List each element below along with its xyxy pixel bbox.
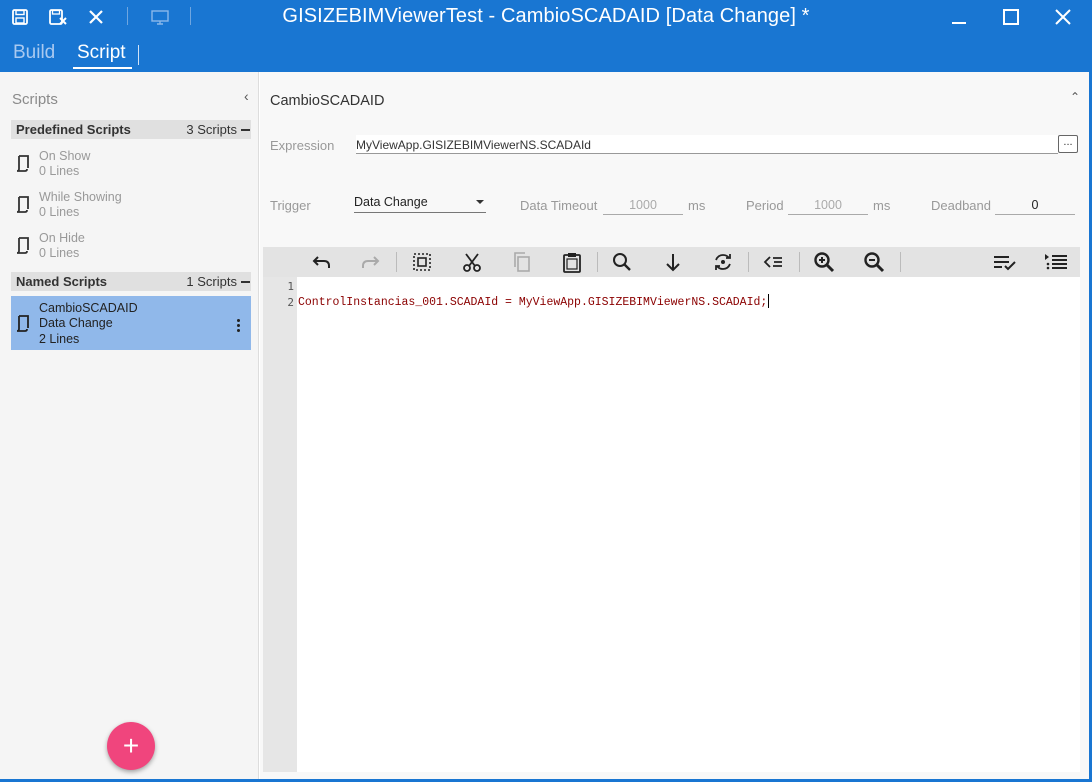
predefined-scripts-header[interactable]: Predefined Scripts 3 Scripts bbox=[11, 120, 251, 139]
period-unit: ms bbox=[873, 198, 891, 213]
toolbar-divider bbox=[799, 252, 800, 272]
data-timeout-field[interactable]: 1000 bbox=[603, 195, 683, 215]
period-field[interactable]: 1000 bbox=[788, 195, 868, 215]
undo-icon[interactable] bbox=[308, 249, 334, 275]
select-all-icon[interactable] bbox=[409, 249, 435, 275]
list-icon[interactable] bbox=[1043, 249, 1069, 275]
period-label: Period bbox=[746, 198, 784, 213]
script-icon bbox=[15, 314, 31, 337]
toolbar-divider bbox=[396, 252, 397, 272]
minimize-icon[interactable] bbox=[944, 4, 974, 30]
script-icon bbox=[15, 195, 31, 218]
arrow-down-icon[interactable] bbox=[660, 249, 686, 275]
collapse-section-icon[interactable]: ⌃ bbox=[1070, 90, 1080, 104]
browse-expression-button[interactable]: ... bbox=[1058, 135, 1078, 153]
title-bar: GISIZEBIMViewerTest - CambioSCADAID [Dat… bbox=[0, 0, 1092, 72]
group-label: Predefined Scripts bbox=[16, 122, 131, 137]
collapse-panel-icon[interactable]: ‹ bbox=[244, 88, 249, 104]
scripts-panel: Scripts ‹ Predefined Scripts 3 Scripts O… bbox=[0, 72, 259, 780]
script-trigger: Data Change bbox=[39, 316, 113, 330]
deadband-field[interactable]: 0 bbox=[995, 195, 1075, 215]
group-count: 3 Scripts bbox=[186, 122, 237, 137]
outdent-icon[interactable] bbox=[760, 249, 786, 275]
data-timeout-label: Data Timeout bbox=[520, 198, 598, 213]
expression-field[interactable]: MyViewApp.GISIZEBIMViewerNS.SCADAId bbox=[356, 135, 1058, 154]
trigger-dropdown[interactable]: Data Change bbox=[354, 192, 486, 213]
script-icon bbox=[15, 154, 31, 177]
deadband-label: Deadband bbox=[931, 198, 991, 213]
line-number-gutter: 1 2 bbox=[263, 277, 297, 772]
script-lines: 0 Lines bbox=[39, 164, 80, 178]
cut-icon[interactable] bbox=[459, 249, 485, 275]
tab-script[interactable]: Script bbox=[77, 42, 126, 64]
script-icon bbox=[15, 236, 31, 259]
tab-build[interactable]: Build bbox=[13, 42, 55, 64]
named-scripts-header[interactable]: Named Scripts 1 Scripts bbox=[11, 272, 251, 291]
zoom-in-icon[interactable] bbox=[811, 249, 837, 275]
script-name: On Show bbox=[39, 149, 91, 163]
script-item-cambioscadaid[interactable]: CambioSCADAID Data Change 2 Lines bbox=[11, 296, 251, 350]
search-icon[interactable] bbox=[609, 249, 635, 275]
script-name: While Showing bbox=[39, 190, 122, 204]
trigger-value: Data Change bbox=[354, 195, 428, 209]
script-name: CambioSCADAID bbox=[39, 301, 138, 315]
script-editor-panel: CambioSCADAID ⌃ Expression MyViewApp.GIS… bbox=[260, 72, 1090, 780]
trigger-label: Trigger bbox=[270, 198, 311, 213]
chevron-down-icon bbox=[476, 200, 484, 204]
copy-icon bbox=[509, 249, 535, 275]
check-list-icon[interactable] bbox=[992, 249, 1018, 275]
scripts-panel-title: Scripts bbox=[12, 91, 58, 108]
script-item-while-showing[interactable]: While Showing 0 Lines bbox=[11, 190, 251, 222]
code-text: ControlInstancias_001.SCADAId = MyViewAp… bbox=[298, 296, 768, 309]
replace-icon[interactable] bbox=[710, 249, 736, 275]
line-number: 1 bbox=[287, 280, 294, 293]
script-lines: 2 Lines bbox=[39, 332, 80, 346]
code-line[interactable]: ControlInstancias_001.SCADAId = MyViewAp… bbox=[298, 294, 770, 309]
window-title: GISIZEBIMViewerTest - CambioSCADAID [Dat… bbox=[282, 5, 810, 27]
active-tab-indicator bbox=[73, 67, 132, 69]
redo-icon bbox=[358, 249, 384, 275]
paste-icon[interactable] bbox=[559, 249, 585, 275]
script-item-on-show[interactable]: On Show 0 Lines bbox=[11, 149, 251, 181]
line-number: 2 bbox=[287, 296, 294, 309]
toolbar-divider bbox=[900, 252, 901, 272]
tab-divider bbox=[138, 45, 139, 65]
maximize-icon[interactable] bbox=[996, 4, 1026, 30]
add-script-button[interactable]: + bbox=[107, 722, 155, 770]
toolbar-divider bbox=[748, 252, 749, 272]
group-count: 1 Scripts bbox=[186, 274, 237, 289]
zoom-out-icon[interactable] bbox=[861, 249, 887, 275]
more-options-icon[interactable] bbox=[237, 319, 241, 334]
script-name: On Hide bbox=[39, 231, 85, 245]
group-label: Named Scripts bbox=[16, 274, 108, 289]
script-lines: 0 Lines bbox=[39, 246, 80, 260]
script-lines: 0 Lines bbox=[39, 205, 80, 219]
script-title: CambioSCADAID bbox=[270, 93, 385, 109]
toolbar-divider bbox=[597, 252, 598, 272]
collapse-group-icon[interactable] bbox=[241, 281, 250, 283]
window-close-icon[interactable] bbox=[1048, 4, 1078, 30]
collapse-group-icon[interactable] bbox=[241, 129, 250, 131]
editor-toolbar bbox=[263, 247, 1080, 277]
expression-label: Expression bbox=[270, 138, 335, 153]
code-editor[interactable]: ControlInstancias_001.SCADAId = MyViewAp… bbox=[297, 277, 1080, 772]
data-timeout-unit: ms bbox=[688, 198, 706, 213]
text-caret bbox=[768, 294, 770, 308]
script-item-on-hide[interactable]: On Hide 0 Lines bbox=[11, 231, 251, 263]
